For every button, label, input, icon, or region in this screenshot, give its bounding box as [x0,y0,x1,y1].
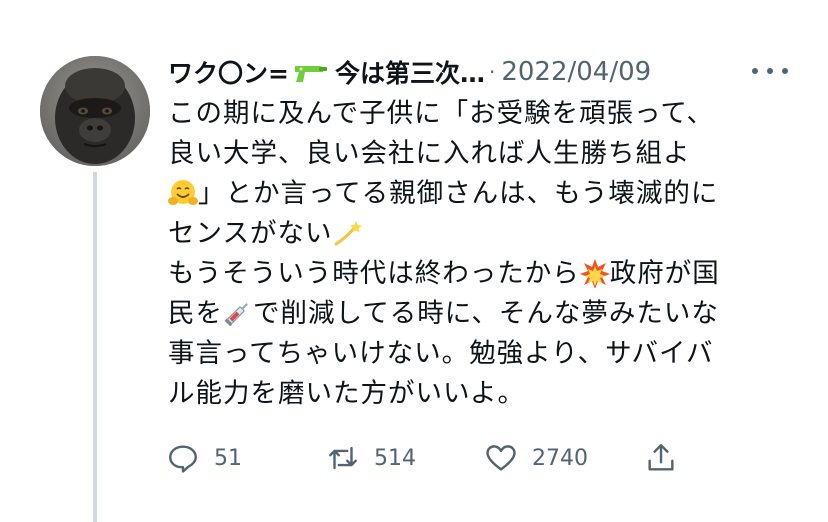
hugging-face-icon [168,178,198,208]
water-pistol-icon [293,60,329,84]
syringe-icon [223,298,253,328]
tweet-line: センスがない [168,218,333,249]
tweet-line: 良い大学、良い会社に入れば人生勝ち組よ [168,138,691,169]
tweet-line: この期に及んで子供に「お受験を頑張って、 [168,98,715,129]
retweet-count: 514 [374,445,416,471]
thread-connector-line [93,172,97,522]
tweet-line: ル能力を磨いた方がいいよ。 [168,378,525,409]
author-name-end[interactable]: 今は第三次… [335,54,485,90]
like-count: 2740 [532,445,588,471]
more-options-icon[interactable] [752,64,788,78]
tweet-line: 政府が国 [609,258,720,289]
collision-icon [579,258,610,289]
reply-count: 51 [214,445,242,471]
reply-icon [169,445,197,473]
share-icon [648,444,674,471]
heart-icon [486,445,516,471]
tweet-header: ワク〇ン= 今は第三次… · 2022/04/09 [168,50,788,94]
avatar[interactable] [40,56,150,166]
retweet-button[interactable]: 514 [326,438,416,478]
dizzy-icon [332,218,363,248]
tweet-line: もうそういう時代は終わったから [168,258,580,289]
tweet-body: この期に及んで子供に「お受験を頑張って、 良い大学、良い会社に入れば人生勝ち組よ… [168,94,796,414]
tweet-line: 事言ってちゃいけない。勉強より、サバイバ [168,338,714,369]
like-button[interactable]: 2740 [484,438,588,478]
share-button[interactable] [644,438,678,478]
separator-dot: · [488,60,496,84]
tweet-line: 」とか言ってる親御さんは、もう壊滅的に [198,178,719,209]
retweet-icon [329,446,357,470]
tweet-date[interactable]: 2022/04/09 [501,57,651,87]
reply-button[interactable]: 51 [166,438,242,478]
author-name-start[interactable]: ワク〇ン= [168,54,289,90]
tweet-line: 民を [168,298,223,329]
tweet-actions: 51 514 2740 [166,438,686,478]
gorilla-avatar-image [40,56,150,166]
tweet-line: で削減してる時に、そんな夢みたいな [253,298,719,329]
